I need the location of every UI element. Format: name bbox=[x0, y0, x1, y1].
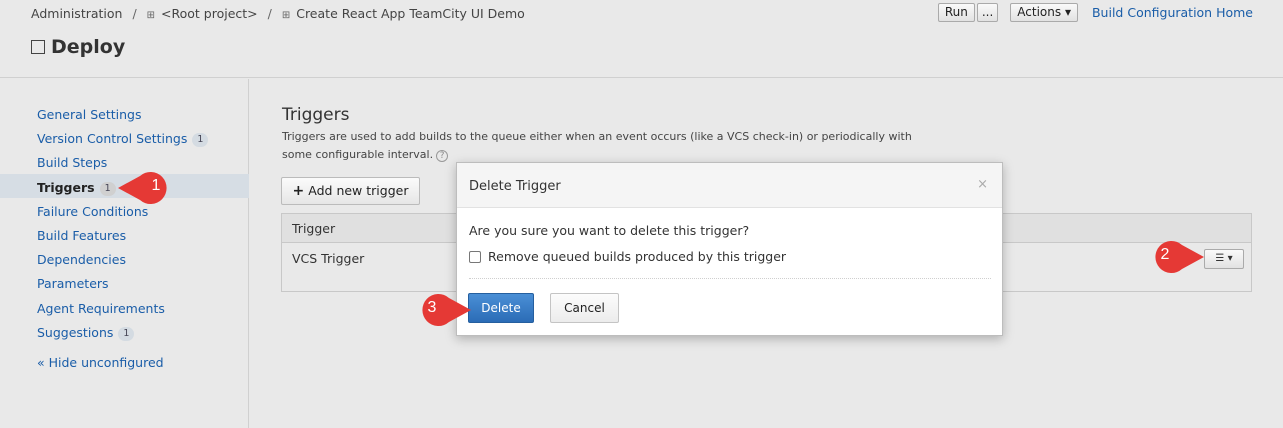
project-grid-icon: ⊞ bbox=[146, 10, 156, 21]
breadcrumb-separator: / bbox=[132, 6, 137, 21]
sidebar-item-label: Build Features bbox=[37, 228, 127, 243]
callout-1: 1 bbox=[116, 171, 182, 205]
page-title-text: Deploy bbox=[51, 36, 126, 58]
cancel-button[interactable]: Cancel bbox=[550, 293, 619, 323]
breadcrumb: Administration / ⊞ <Root project> / ⊞ Cr… bbox=[31, 6, 525, 21]
caret-down-icon: ▾ bbox=[1064, 5, 1071, 19]
sidebar-item-label: Dependencies bbox=[37, 252, 126, 267]
caret-down-icon: ▾ bbox=[1227, 253, 1233, 264]
sidebar-item-label: Version Control Settings bbox=[37, 131, 188, 146]
callout-2: 2 bbox=[1140, 240, 1206, 274]
callout-number: 3 bbox=[427, 299, 437, 316]
remove-queued-builds-option[interactable]: Remove queued builds produced by this tr… bbox=[469, 249, 786, 264]
delete-button[interactable]: Delete bbox=[468, 293, 534, 323]
description-text: Triggers are used to add builds to the q… bbox=[282, 130, 912, 161]
sidebar: General Settings Version Control Setting… bbox=[0, 79, 249, 428]
build-config-icon bbox=[31, 40, 45, 54]
help-icon[interactable]: ? bbox=[436, 150, 449, 162]
count-badge: 1 bbox=[118, 327, 135, 341]
dialog-divider bbox=[469, 278, 991, 279]
row-actions-menu-button[interactable]: ☰ ▾ bbox=[1204, 249, 1244, 269]
remove-queued-builds-checkbox[interactable] bbox=[469, 250, 481, 263]
actions-label: Actions bbox=[1017, 5, 1062, 19]
sidebar-item-label: Agent Requirements bbox=[37, 301, 165, 316]
sidebar-item-build-features[interactable]: Build Features bbox=[37, 228, 126, 243]
sidebar-item-parameters[interactable]: Parameters bbox=[37, 276, 109, 291]
sidebar-item-label: Parameters bbox=[37, 276, 109, 291]
sidebar-item-agent-requirements[interactable]: Agent Requirements bbox=[37, 301, 165, 316]
sidebar-item-dependencies[interactable]: Dependencies bbox=[37, 252, 126, 267]
top-actions: Run ... Actions ▾ Build Configuration Ho… bbox=[937, 3, 1253, 22]
top-bar: Administration / ⊞ <Root project> / ⊞ Cr… bbox=[0, 0, 1283, 78]
section-title: Triggers bbox=[282, 105, 350, 125]
plus-icon: + bbox=[292, 183, 305, 199]
section-description: Triggers are used to add builds to the q… bbox=[282, 128, 932, 164]
breadcrumb-root-project[interactable]: <Root project> bbox=[161, 6, 258, 21]
count-badge: 1 bbox=[192, 133, 209, 147]
actions-dropdown[interactable]: Actions ▾ bbox=[1010, 3, 1078, 22]
hide-unconfigured-link[interactable]: « Hide unconfigured bbox=[37, 355, 164, 370]
sidebar-item-triggers[interactable]: Triggers 1 bbox=[37, 180, 116, 196]
sidebar-item-build-steps[interactable]: Build Steps bbox=[37, 155, 107, 170]
sidebar-item-label: Suggestions bbox=[37, 325, 114, 340]
add-button-label: Add new trigger bbox=[308, 183, 409, 198]
sidebar-item-version-control-settings[interactable]: Version Control Settings 1 bbox=[37, 131, 209, 147]
callout-number: 1 bbox=[151, 177, 161, 194]
delete-trigger-dialog: Delete Trigger × Are you sure you want t… bbox=[456, 162, 1003, 336]
dialog-header: Delete Trigger × bbox=[457, 163, 1002, 208]
sidebar-item-suggestions[interactable]: Suggestions 1 bbox=[37, 325, 135, 341]
close-icon[interactable]: × bbox=[977, 177, 988, 192]
add-new-trigger-button[interactable]: + Add new trigger bbox=[281, 177, 420, 205]
dialog-question: Are you sure you want to delete this tri… bbox=[469, 223, 750, 238]
column-header-trigger: Trigger bbox=[292, 221, 336, 236]
sidebar-item-label: Build Steps bbox=[37, 155, 108, 170]
page-title: Deploy bbox=[31, 36, 125, 58]
checkbox-label: Remove queued builds produced by this tr… bbox=[488, 249, 787, 264]
run-options-button[interactable]: ... bbox=[976, 3, 999, 22]
table-row[interactable]: VCS Trigger bbox=[292, 251, 364, 266]
dialog-title: Delete Trigger bbox=[469, 179, 561, 194]
breadcrumb-project[interactable]: Create React App TeamCity UI Demo bbox=[296, 6, 525, 21]
sidebar-item-label: Triggers bbox=[37, 180, 95, 195]
project-grid-icon: ⊞ bbox=[281, 10, 291, 21]
callout-number: 2 bbox=[1160, 246, 1170, 263]
sidebar-item-general-settings[interactable]: General Settings bbox=[37, 107, 142, 122]
callout-3: 3 bbox=[407, 293, 473, 327]
build-configuration-home-link[interactable]: Build Configuration Home bbox=[1092, 5, 1253, 20]
run-button[interactable]: Run bbox=[937, 3, 975, 22]
sidebar-item-failure-conditions[interactable]: Failure Conditions bbox=[37, 204, 148, 219]
sidebar-item-label: Failure Conditions bbox=[37, 204, 149, 219]
count-badge: 1 bbox=[99, 182, 116, 196]
sidebar-item-label: General Settings bbox=[37, 107, 142, 122]
list-icon: ☰ bbox=[1215, 253, 1225, 264]
breadcrumb-separator: / bbox=[267, 6, 272, 21]
breadcrumb-administration[interactable]: Administration bbox=[31, 6, 122, 21]
